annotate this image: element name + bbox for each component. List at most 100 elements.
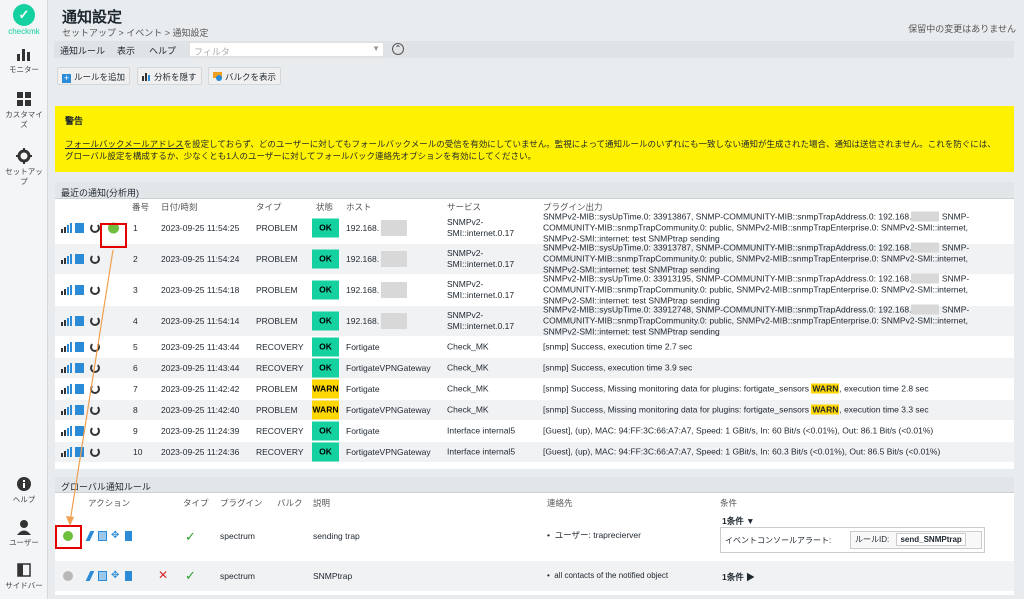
analyze-icon[interactable] xyxy=(61,254,72,264)
context-icon[interactable] xyxy=(75,223,84,233)
context-icon[interactable] xyxy=(75,426,84,436)
replay-icon[interactable] xyxy=(90,363,100,373)
col-host[interactable]: ホスト xyxy=(346,201,372,213)
menu-display[interactable]: 表示 xyxy=(117,44,135,57)
row-host[interactable]: Fortigate xyxy=(346,426,380,436)
sidebar-item-label: サイドバー xyxy=(5,581,43,590)
col-number[interactable]: 番号 xyxy=(132,201,149,213)
row-service[interactable]: SNMPv2-SMI::internet.0.17 xyxy=(447,310,537,332)
row-host[interactable]: FortigateVPNGateway xyxy=(346,363,431,373)
replay-icon[interactable] xyxy=(90,254,100,264)
move-icon[interactable]: ✥ xyxy=(111,571,120,581)
replay-icon[interactable] xyxy=(90,223,100,233)
rule-row: ✥ ✓ spectrum sending trap • ユーザー: trapre… xyxy=(55,511,1014,561)
row-plugin-output: [Guest], (up), MAC: 94:FF:3C:66:A7:A7, S… xyxy=(543,446,941,457)
edit-icon[interactable] xyxy=(85,571,95,581)
page-title: 通知設定 xyxy=(62,9,123,26)
row-host[interactable]: 192.168. xyxy=(346,316,379,326)
row-host[interactable]: 192.168. xyxy=(346,223,379,233)
menu-notification-rules[interactable]: 通知ルール xyxy=(60,44,105,57)
sidebar-item-customize[interactable]: カスタマイズ xyxy=(0,91,48,130)
row-service[interactable]: Check_MK xyxy=(447,405,537,416)
context-icon[interactable] xyxy=(75,285,84,295)
analyze-icon[interactable] xyxy=(61,223,72,233)
fallback-email-link[interactable]: フォールバックメールアドレス xyxy=(65,139,184,149)
move-icon[interactable]: ✥ xyxy=(111,531,120,541)
replay-icon[interactable] xyxy=(90,447,100,457)
pending-changes[interactable]: 保留中の変更はありません xyxy=(908,22,1016,35)
context-icon[interactable] xyxy=(75,254,84,264)
rule-disabled-icon[interactable] xyxy=(63,571,73,581)
row-service[interactable]: Check_MK xyxy=(447,384,537,395)
cancel-icon: ✕ xyxy=(158,568,169,582)
checkmk-logo[interactable]: ✓ checkmk xyxy=(0,4,48,36)
row-host[interactable]: Fortigate xyxy=(346,384,380,394)
analyze-icon[interactable] xyxy=(61,342,72,352)
add-rule-button[interactable]: + ルールを追加 xyxy=(57,67,131,85)
row-datetime: 2023-09-25 11:54:14 xyxy=(161,316,240,326)
analyze-icon[interactable] xyxy=(61,426,72,436)
row-service[interactable]: Interface internal5 xyxy=(447,447,537,458)
sidebar-item-monitor[interactable]: モニター xyxy=(0,46,48,75)
hide-analysis-button[interactable]: 分析を隠す xyxy=(137,67,202,85)
analyze-icon[interactable] xyxy=(61,447,72,457)
row-datetime: 2023-09-25 11:42:40 xyxy=(161,405,240,415)
row-service[interactable]: SNMPv2-SMI::internet.0.17 xyxy=(447,217,537,239)
context-icon[interactable] xyxy=(75,384,84,394)
row-host[interactable]: FortigateVPNGateway xyxy=(346,447,431,457)
analyze-icon[interactable] xyxy=(61,384,72,394)
sidebar-item-sidebar[interactable]: サイドバー xyxy=(0,562,48,591)
warning-text: フォールバックメールアドレスを設定しておらず、どのユーザーに対してもフォールバッ… xyxy=(65,139,996,161)
row-host[interactable]: FortigateVPNGateway xyxy=(346,405,431,415)
col-datetime[interactable]: 日付/時刻 xyxy=(161,201,197,213)
recent-notifications-heading[interactable]: 最近の通知(分析用) xyxy=(55,182,1014,199)
replay-icon[interactable] xyxy=(90,316,100,326)
clone-icon[interactable] xyxy=(98,571,107,581)
row-service[interactable]: Check_MK xyxy=(447,342,537,353)
row-service[interactable]: Check_MK xyxy=(447,363,537,374)
breadcrumb[interactable]: セットアップ > イベント > 通知設定 xyxy=(62,26,209,39)
sidebar-item-label: ユーザー xyxy=(9,538,39,547)
analyze-icon[interactable] xyxy=(61,405,72,415)
replay-icon[interactable] xyxy=(90,384,100,394)
sidebar-item-help[interactable]: ヘルプ xyxy=(0,476,48,505)
show-bulk-button[interactable]: バルクを表示 xyxy=(208,67,282,85)
replay-icon[interactable] xyxy=(90,342,100,352)
row-service[interactable]: SNMPv2-SMI::internet.0.17 xyxy=(447,248,537,270)
context-icon[interactable] xyxy=(75,316,84,326)
analyze-icon[interactable] xyxy=(61,363,72,373)
rule-conditions-toggle[interactable]: 1条件 ▼ xyxy=(722,515,755,527)
rule-conditions-toggle[interactable]: 1条件 ▶ xyxy=(722,571,755,583)
collapse-menu-button[interactable]: ⌃ xyxy=(392,43,404,55)
row-host[interactable]: Fortigate xyxy=(346,342,380,352)
sidebar-item-user[interactable]: ユーザー xyxy=(0,519,48,548)
row-host[interactable]: 192.168. xyxy=(346,285,379,295)
row-host[interactable]: 192.168. xyxy=(346,254,379,264)
col-state[interactable]: 状態 xyxy=(316,201,333,213)
filter-input[interactable]: フィルタ ▼ xyxy=(189,42,384,57)
row-datetime: 2023-09-25 11:54:18 xyxy=(161,285,240,295)
context-icon[interactable] xyxy=(75,342,84,352)
sidebar-item-setup[interactable]: セットアップ xyxy=(0,148,48,187)
clone-icon[interactable] xyxy=(98,531,107,541)
menubar: 通知ルール 表示 ヘルプ フィルタ ▼ ⌃ xyxy=(54,41,1014,58)
replay-icon[interactable] xyxy=(90,405,100,415)
delete-icon[interactable] xyxy=(125,531,132,541)
replay-icon[interactable] xyxy=(90,426,100,436)
col-service[interactable]: サービス xyxy=(447,201,481,213)
global-rules-heading[interactable]: グローバル通知ルール xyxy=(55,477,1014,493)
context-icon[interactable] xyxy=(75,363,84,373)
analyze-icon[interactable] xyxy=(61,316,72,326)
delete-icon[interactable] xyxy=(125,571,132,581)
context-icon[interactable] xyxy=(75,447,84,457)
redacted-block xyxy=(911,242,940,253)
analyze-icon[interactable] xyxy=(61,285,72,295)
col-type[interactable]: タイプ xyxy=(256,201,282,213)
row-service[interactable]: Interface internal5 xyxy=(447,426,537,437)
row-service[interactable]: SNMPv2-SMI::internet.0.17 xyxy=(447,279,537,301)
replay-icon[interactable] xyxy=(90,285,100,295)
edit-icon[interactable] xyxy=(85,531,95,541)
menu-help[interactable]: ヘルプ xyxy=(149,44,176,57)
context-icon[interactable] xyxy=(75,405,84,415)
plus-icon: + xyxy=(62,73,71,83)
